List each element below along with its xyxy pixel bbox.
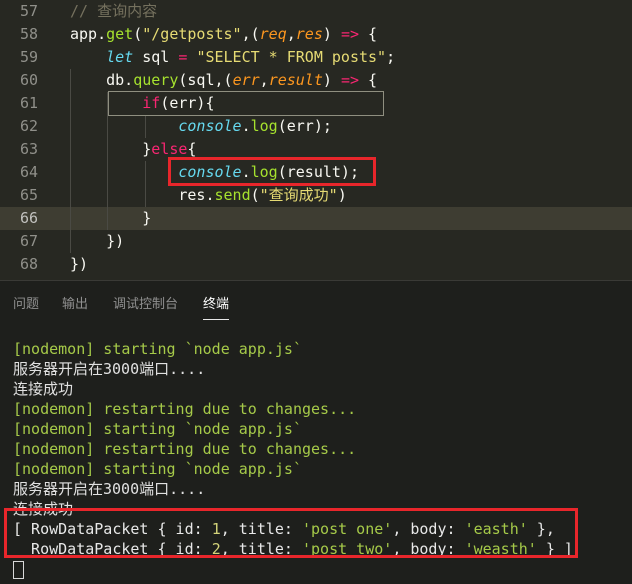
code-token: } [70, 209, 152, 227]
terminal-prompt[interactable] [13, 559, 623, 579]
code-token: send [214, 186, 251, 204]
code-token: . [241, 117, 251, 135]
code-token: res. [70, 186, 215, 204]
code-token: err [232, 71, 260, 89]
code-token: { [359, 25, 378, 43]
line-number: 63 [19, 140, 38, 158]
code-text: db.query(sql,(err,result) => { [70, 69, 377, 92]
code-token: { [187, 140, 197, 158]
terminal-line: [nodemon] starting `node app.js` [13, 420, 302, 438]
code-token: ( [250, 186, 260, 204]
terminal-cursor [13, 560, 24, 579]
tab-output[interactable]: 输出 [62, 293, 88, 312]
code-token: , [286, 25, 296, 43]
code-text: let sql = "SELECT * FROM posts"; [70, 46, 395, 69]
terminal-line: [nodemon] restarting due to changes... [13, 400, 357, 418]
code-token: get [106, 25, 134, 43]
tab-debug-console[interactable]: 调试控制台 [113, 293, 178, 312]
terminal-line: 连接成功 [13, 380, 74, 398]
code-token: ) [337, 186, 347, 204]
code-line[interactable]: 60 db.query(sql,(err,result) => { [0, 69, 632, 92]
code-text: // 查询内容 [70, 0, 157, 23]
code-editor[interactable]: 57// 查询内容 58 app.get("/getposts",(req,res)… [0, 0, 632, 280]
code-token: , [259, 71, 269, 89]
code-token: "/getposts" [142, 25, 242, 43]
terminal-line: 服务器开启在3000端口.... [13, 360, 206, 378]
code-token: console [178, 117, 242, 135]
bracket-match-highlight [108, 91, 384, 116]
code-token: ,( [241, 25, 260, 43]
line-number: 61 [19, 94, 38, 112]
line-number: 58 [19, 25, 38, 43]
code-token: }) [70, 255, 89, 273]
code-token: } [70, 140, 152, 158]
code-token: else [151, 140, 188, 158]
tab-problems[interactable]: 问题 [13, 293, 39, 312]
panel-tabs: 问题 输出 调试控制台 终端 [0, 281, 632, 323]
code-token: db. [70, 71, 134, 89]
code-token: }) [70, 232, 125, 250]
code-token: => [340, 71, 359, 89]
code-token: ) [322, 71, 341, 89]
code-line[interactable]: 62 console.log(err); [0, 115, 632, 138]
code-text: }) [70, 230, 124, 253]
line-number: 59 [19, 48, 38, 66]
code-token: query [133, 71, 179, 89]
code-line[interactable]: 57 // 查询内容 [0, 0, 632, 23]
code-text: } [70, 207, 151, 230]
line-number: 62 [19, 117, 38, 135]
code-token: "SELECT * FROM posts" [196, 48, 387, 66]
line-number: 67 [19, 232, 38, 250]
code-token: (err); [277, 117, 332, 135]
code-line[interactable]: 58 app.get("/getposts",(req,res) => { [0, 23, 632, 46]
line-number: 66 [19, 209, 38, 227]
line-number: 68 [19, 255, 38, 273]
bottom-panel: 问题 输出 调试控制台 终端 [nodemon] starting `node … [0, 281, 632, 584]
terminal-line: [nodemon] restarting due to changes... [13, 440, 357, 458]
code-text: }) [70, 253, 88, 276]
terminal-line: 服务器开启在3000端口.... [13, 480, 206, 498]
indent-guide [145, 115, 146, 138]
code-token: res [295, 25, 323, 43]
line-number: 60 [19, 71, 38, 89]
code-text: app.get("/getposts",(req,res) => { [70, 23, 377, 46]
code-line[interactable]: 59 let sql = "SELECT * FROM posts"; [0, 46, 632, 69]
code-token: "查询成功" [259, 186, 338, 204]
code-token: { [359, 71, 378, 89]
code-token: ( [133, 25, 143, 43]
code-line[interactable]: 65 res.send("查询成功") [0, 184, 632, 207]
line-number: 57 [19, 2, 38, 20]
code-line[interactable]: 67 }) [0, 230, 632, 253]
code-token: => [340, 25, 359, 43]
tab-terminal[interactable]: 终端 [203, 293, 230, 320]
terminal-lines: [nodemon] starting `node app.js` 服务器开启在30… [13, 339, 623, 519]
code-token: req [259, 25, 287, 43]
code-token: result [268, 71, 323, 89]
line-number: 65 [19, 186, 38, 204]
highlight-box-console-log [168, 157, 376, 186]
code-token: (sql,( [178, 71, 233, 89]
line-number: 64 [19, 163, 38, 181]
code-text: console.log(err); [70, 115, 332, 138]
code-token: ; [386, 48, 396, 66]
indent-guide [70, 69, 71, 253]
code-text: res.send("查询成功") [70, 184, 347, 207]
code-token: log [250, 117, 278, 135]
highlight-box-result [4, 508, 578, 558]
code-line[interactable]: 66 } [0, 207, 632, 230]
code-token: sql [133, 48, 179, 66]
terminal-line: [nodemon] starting `node app.js` [13, 340, 302, 358]
indent-guide [145, 161, 146, 207]
code-token: ) [322, 25, 341, 43]
code-token: let [106, 48, 134, 66]
code-line[interactable]: 68}) [0, 253, 632, 276]
terminal-line: [nodemon] starting `node app.js` [13, 460, 302, 478]
code-token: // 查询内容 [70, 2, 158, 20]
code-token: app. [70, 25, 107, 43]
